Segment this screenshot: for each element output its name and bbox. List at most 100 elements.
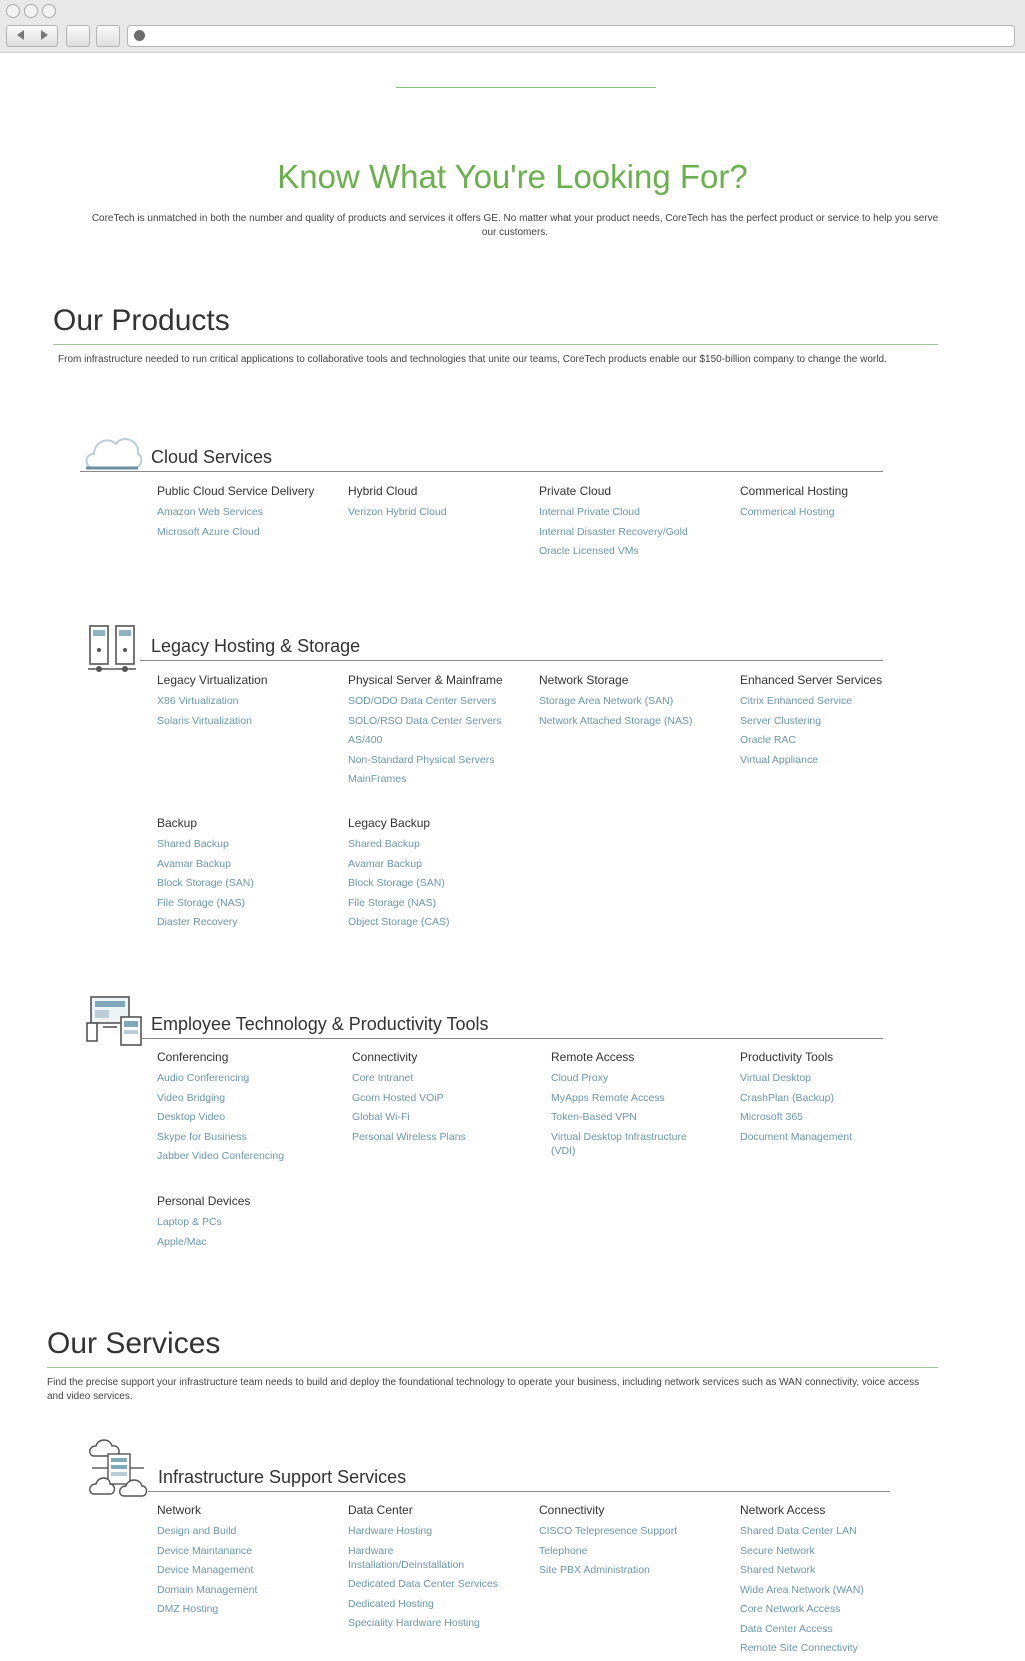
link-audio-conferencing[interactable]: Audio Conferencing <box>157 1071 337 1085</box>
link-disaster-recovery[interactable]: Diaster Recovery <box>157 915 337 929</box>
link-apple-mac[interactable]: Apple/Mac <box>157 1235 337 1249</box>
link-non-standard-servers[interactable]: Non-Standard Physical Servers <box>348 753 528 767</box>
link-file-storage[interactable]: File Storage (NAS) <box>157 896 337 910</box>
column-network-access: Network Access Shared Data Center LAN Se… <box>740 1503 920 1661</box>
forward-arrow-icon[interactable] <box>41 30 48 40</box>
column-title: Physical Server & Mainframe <box>348 673 503 687</box>
link-commercial-hosting[interactable]: Commerical Hosting <box>740 505 920 519</box>
link-cisco-telepresence[interactable]: CISCO Telepresence Support <box>539 1524 719 1538</box>
link-san[interactable]: Storage Area Network (SAN) <box>539 694 719 708</box>
link-hardware-hosting[interactable]: Hardware Hosting <box>348 1524 498 1538</box>
link-domain-management[interactable]: Domain Management <box>157 1583 337 1597</box>
link-speciality-hardware[interactable]: Speciality Hardware Hosting <box>348 1616 498 1630</box>
link-sod-odo-servers[interactable]: SOD/ODO Data Center Servers <box>348 694 528 708</box>
column-title: Hybrid Cloud <box>348 484 418 498</box>
link-shared-network[interactable]: Shared Network <box>740 1563 920 1577</box>
link-laptop-pcs[interactable]: Laptop & PCs <box>157 1215 337 1229</box>
link-object-storage[interactable]: Object Storage (CAS) <box>348 915 528 929</box>
link-crashplan[interactable]: CrashPlan (Backup) <box>740 1091 920 1105</box>
column-enhanced-server: Enhanced Server Services Citrix Enhanced… <box>740 673 920 772</box>
minimize-window-button[interactable] <box>24 4 38 18</box>
link-server-clustering[interactable]: Server Clustering <box>740 714 920 728</box>
link-dedicated-hosting[interactable]: Dedicated Hosting <box>348 1597 498 1611</box>
link-gcom-voip[interactable]: Gcom Hosted VOiP <box>352 1091 532 1105</box>
link-block-storage[interactable]: Block Storage (SAN) <box>348 876 528 890</box>
hero-description: CoreTech is unmatched in both the number… <box>91 213 939 238</box>
column-services-connectivity: Connectivity CISCO Telepresence Support … <box>539 1503 719 1583</box>
link-internal-private-cloud[interactable]: Internal Private Cloud <box>539 505 719 519</box>
link-microsoft-azure-cloud[interactable]: Microsoft Azure Cloud <box>157 525 337 539</box>
link-site-pbx[interactable]: Site PBX Administration <box>539 1563 719 1577</box>
link-global-wifi[interactable]: Global Wi-Fi <box>352 1110 532 1124</box>
close-window-button[interactable] <box>6 4 20 18</box>
link-avamar-backup[interactable]: Avamar Backup <box>348 857 528 871</box>
column-title: Productivity Tools <box>740 1050 834 1064</box>
link-file-storage[interactable]: File Storage (NAS) <box>348 896 528 910</box>
link-core-intranet[interactable]: Core Intranet <box>352 1071 532 1085</box>
link-core-network-access[interactable]: Core Network Access <box>740 1602 920 1616</box>
link-oracle-rac[interactable]: Oracle RAC <box>740 733 920 747</box>
link-document-management[interactable]: Document Management <box>740 1130 920 1144</box>
column-title: Legacy Backup <box>348 816 431 830</box>
link-shared-backup[interactable]: Shared Backup <box>157 837 337 851</box>
link-device-management[interactable]: Device Management <box>157 1563 337 1577</box>
link-myapps-remote[interactable]: MyApps Remote Access <box>551 1091 701 1105</box>
link-token-vpn[interactable]: Token-Based VPN <box>551 1110 701 1124</box>
column-legacy-backup: Legacy Backup Shared Backup Avamar Backu… <box>348 816 528 935</box>
column-personal-devices: Personal Devices Laptop & PCs Apple/Mac <box>157 1194 337 1254</box>
link-device-maintenance[interactable]: Device Maintanance <box>157 1544 337 1558</box>
devices-icon <box>86 996 142 1046</box>
link-wan[interactable]: Wide Area Network (WAN) <box>740 1583 920 1597</box>
link-skype-for-business[interactable]: Skype for Business <box>157 1130 337 1144</box>
link-nas[interactable]: Network Attached Storage (NAS) <box>539 714 719 728</box>
column-title: Private Cloud <box>539 484 612 498</box>
link-microsoft-365[interactable]: Microsoft 365 <box>740 1110 920 1124</box>
column-title: Network Access <box>740 1503 826 1517</box>
link-cloud-proxy[interactable]: Cloud Proxy <box>551 1071 701 1085</box>
link-remote-site-connectivity[interactable]: Remote Site Connectivity <box>740 1641 920 1655</box>
link-dmz-hosting[interactable]: DMZ Hosting <box>157 1602 337 1616</box>
link-x86-virtualization[interactable]: X86 Virtualization <box>157 694 337 708</box>
column-title: Commerical Hosting <box>740 484 849 498</box>
link-block-storage[interactable]: Block Storage (SAN) <box>157 876 337 890</box>
link-citrix-enhanced[interactable]: Citrix Enhanced Service <box>740 694 920 708</box>
link-oracle-licensed-vms[interactable]: Oracle Licensed VMs <box>539 544 719 558</box>
link-personal-wireless[interactable]: Personal Wireless Plans <box>352 1130 532 1144</box>
services-rule <box>47 1367 938 1368</box>
link-verizon-hybrid-cloud[interactable]: Verizon Hybrid Cloud <box>348 505 528 519</box>
link-virtual-desktop[interactable]: Virtual Desktop <box>740 1071 920 1085</box>
link-as400[interactable]: AS/400 <box>348 733 528 747</box>
link-design-and-build[interactable]: Design and Build <box>157 1524 337 1538</box>
address-bar[interactable] <box>127 25 1015 47</box>
link-vdi[interactable]: Virtual Desktop Infrastructure (VDI) <box>551 1130 701 1158</box>
link-solo-rso-servers[interactable]: SOLO/RSO Data Center Servers <box>348 714 528 728</box>
toolbar-button-2[interactable] <box>96 25 120 47</box>
back-arrow-icon[interactable] <box>17 30 24 40</box>
link-virtual-appliance[interactable]: Virtual Appliance <box>740 753 920 767</box>
link-hardware-installation[interactable]: Hardware Installation/Deinstallation <box>348 1544 498 1572</box>
hero-title: Know What You're Looking For? <box>277 158 748 195</box>
link-avamar-backup[interactable]: Avamar Backup <box>157 857 337 871</box>
link-telephone[interactable]: Telephone <box>539 1544 719 1558</box>
column-private-cloud: Private Cloud Internal Private Cloud Int… <box>539 484 719 564</box>
column-network: Network Design and Build Device Maintana… <box>157 1503 337 1622</box>
link-dedicated-data-center[interactable]: Dedicated Data Center Services <box>348 1577 498 1591</box>
toolbar-button-1[interactable] <box>66 25 90 47</box>
link-solaris-virtualization[interactable]: Solaris Virtualization <box>157 714 337 728</box>
services-description: Find the precise support your infrastruc… <box>47 1377 920 1402</box>
link-desktop-video[interactable]: Desktop Video <box>157 1110 337 1124</box>
category-title-employee-technology: Employee Technology & Productivity Tools <box>151 1014 489 1034</box>
link-jabber-video[interactable]: Jabber Video Conferencing <box>157 1149 337 1163</box>
link-data-center-access[interactable]: Data Center Access <box>740 1622 920 1636</box>
link-amazon-web-services[interactable]: Amazon Web Services <box>157 505 337 519</box>
column-title: Data Center <box>348 1503 413 1517</box>
link-internal-disaster-recovery[interactable]: Internal Disaster Recovery/Gold <box>539 525 719 539</box>
link-shared-dc-lan[interactable]: Shared Data Center LAN <box>740 1524 920 1538</box>
link-mainframes[interactable]: MainFrames <box>348 772 528 786</box>
zoom-window-button[interactable] <box>42 4 56 18</box>
column-network-storage: Network Storage Storage Area Network (SA… <box>539 673 719 733</box>
column-title: Network <box>157 1503 202 1517</box>
link-shared-backup[interactable]: Shared Backup <box>348 837 528 851</box>
link-video-bridging[interactable]: Video Bridging <box>157 1091 337 1105</box>
link-secure-network[interactable]: Secure Network <box>740 1544 920 1558</box>
